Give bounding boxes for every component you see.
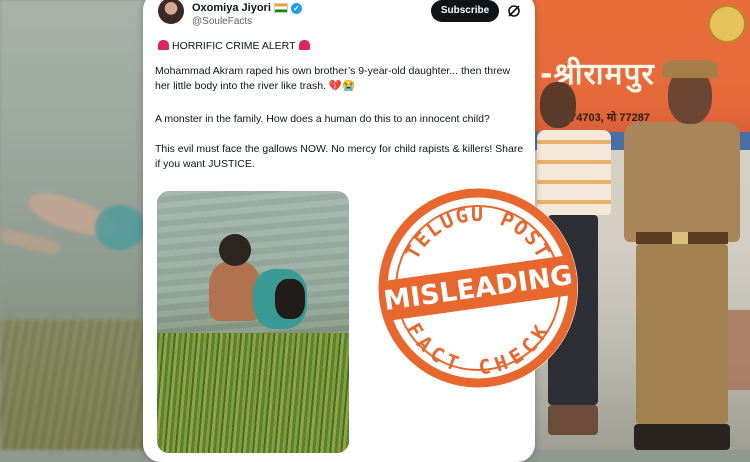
fact-check-stamp: TELUGU POST FACT CHECK MISLEADING xyxy=(378,188,578,388)
police-cap xyxy=(662,60,718,78)
alert-text: HORRIFIC CRIME ALERT xyxy=(172,40,296,52)
accused-man-head xyxy=(540,82,576,128)
author-name-row[interactable]: Oxomiya Jiyori ✓ xyxy=(192,2,302,14)
background-photo-river xyxy=(0,0,160,450)
police-boots xyxy=(634,424,730,450)
post-paragraph: A monster in the family. How does a huma… xyxy=(155,113,490,125)
police-emblem xyxy=(708,5,746,43)
subscribe-button[interactable]: Subscribe xyxy=(431,0,499,22)
police-officer xyxy=(636,244,728,424)
figure-in-water xyxy=(0,227,61,257)
child-hair xyxy=(275,279,305,319)
siren-icon xyxy=(158,40,169,50)
man-head xyxy=(219,234,251,266)
post-paragraph: Mohammad Akram raped his own brother’s 9… xyxy=(155,65,511,92)
author-name[interactable]: Oxomiya Jiyori xyxy=(192,2,271,14)
avatar[interactable] xyxy=(158,0,184,24)
accused-man-feet xyxy=(548,405,598,435)
siren-icon xyxy=(298,40,310,50)
verified-badge-icon: ✓ xyxy=(290,2,302,14)
india-flag-icon xyxy=(273,3,288,14)
grok-icon[interactable] xyxy=(507,4,521,18)
police-officer-uniform xyxy=(624,122,740,242)
figure-in-water xyxy=(95,205,145,250)
riverbank-grass xyxy=(0,320,160,450)
post-image[interactable] xyxy=(157,191,349,453)
belt-buckle xyxy=(672,232,688,244)
riverbank-vegetation xyxy=(157,333,349,453)
author-handle[interactable]: @SouleFacts xyxy=(192,16,252,27)
post-paragraph: This evil must face the gallows NOW. No … xyxy=(155,143,524,170)
post-alert-line: HORRIFIC CRIME ALERT xyxy=(155,39,525,54)
